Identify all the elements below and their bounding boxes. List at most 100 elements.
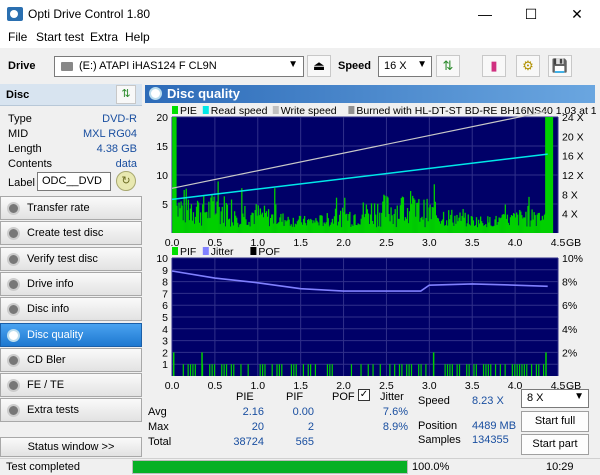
- stats-col-jitter: Jitter: [380, 391, 404, 403]
- stats-value: 2.16: [242, 406, 264, 418]
- drive-select[interactable]: (E:) ATAPI iHAS124 F CL9N ▼: [54, 56, 304, 77]
- nav-cd-bler[interactable]: CD Bler: [0, 347, 142, 372]
- status-bar: Test completed 100.0% 10:29: [0, 458, 600, 475]
- stats-value: 38724: [233, 436, 264, 448]
- nav-drive-info[interactable]: Drive info: [0, 271, 142, 296]
- minimize-button[interactable]: —: [462, 0, 508, 28]
- nav-transfer-rate[interactable]: Transfer rate: [0, 196, 142, 220]
- progress-bar: [132, 460, 408, 474]
- settings-button[interactable]: ⚙: [516, 55, 540, 77]
- menu-start-test[interactable]: Start test: [36, 30, 84, 44]
- speed-select[interactable]: 16 X ▼: [378, 56, 432, 77]
- x-tick-label: 2.5: [379, 380, 394, 389]
- y-right-tick-label: 24 X: [562, 112, 584, 124]
- drive-label: Drive: [8, 60, 36, 72]
- stats-row-max: Max: [148, 421, 169, 433]
- test-speed-select[interactable]: 8 X ▼: [521, 389, 589, 408]
- refresh-speed-button[interactable]: ⇅: [436, 55, 460, 77]
- nav-verify-test-disc[interactable]: Verify test disc: [0, 246, 142, 271]
- disc-icon: [7, 353, 20, 367]
- test-speed-value: 8 X: [527, 392, 544, 404]
- disc-key-contents: Contents: [8, 158, 53, 170]
- title-bar: Opti Drive Control 1.80 — ☐ ✕: [0, 0, 600, 28]
- disc-key-mid: MID: [8, 128, 29, 140]
- legend-swatch: [172, 106, 178, 114]
- label-input-value: ODC__DVD: [42, 175, 102, 187]
- disc-icon: [7, 379, 20, 393]
- erase-button[interactable]: ▮: [482, 55, 506, 77]
- stats-col-pif: PIF: [286, 391, 304, 403]
- apply-label-button[interactable]: ↻: [116, 171, 136, 191]
- stats-col-pof: POF: [332, 391, 355, 403]
- menu-file[interactable]: File: [8, 30, 27, 44]
- menu-extra[interactable]: Extra: [90, 30, 118, 44]
- legend-swatch: [348, 106, 355, 114]
- stats-value: 8.9%: [382, 421, 408, 433]
- nav-disc-info[interactable]: Disc info: [0, 297, 142, 322]
- progress-text: 100.0%: [412, 461, 450, 473]
- nav-fe-te[interactable]: FE / TE: [0, 373, 142, 398]
- nav-disc-quality[interactable]: Disc quality: [0, 322, 142, 347]
- nav-create-test-disc[interactable]: Create test disc: [0, 221, 142, 246]
- y-right-tick-label: 4%: [562, 324, 577, 336]
- x-tick-label: 1.5: [293, 380, 308, 389]
- save-icon: 💾: [551, 58, 569, 73]
- pie-bar: [545, 117, 554, 233]
- refresh-disc-button[interactable]: ⇅: [116, 85, 136, 104]
- menu-help[interactable]: Help: [125, 30, 150, 44]
- stats-value: 7.6%: [382, 406, 408, 418]
- eject-button[interactable]: ⏏: [307, 55, 331, 77]
- nav-label: Drive info: [27, 277, 74, 290]
- save-button[interactable]: 💾: [548, 55, 572, 77]
- legend-label: Read speed: [211, 105, 268, 117]
- y-tick-label: 20: [156, 112, 168, 124]
- stats-value: 0.00: [292, 406, 314, 418]
- legend-label: PIE: [180, 105, 197, 117]
- speed-label: Speed: [338, 60, 372, 72]
- y-right-tick-label: 6%: [562, 300, 577, 312]
- label-input[interactable]: ODC__DVD: [37, 172, 111, 191]
- close-button[interactable]: ✕: [554, 0, 600, 28]
- start-full-button[interactable]: Start full: [521, 411, 589, 432]
- refresh-icon: ↻: [121, 175, 131, 187]
- y-right-tick-label: 10%: [562, 253, 583, 265]
- status-time: 10:29: [546, 461, 574, 473]
- nav-label: Disc info: [27, 303, 70, 316]
- legend-swatch: [202, 247, 209, 255]
- charts-area: PIE Read speed Write speed Burned with HL-D…: [156, 105, 596, 389]
- x-tick-label: 4.0: [508, 380, 523, 389]
- legend-swatch: [250, 247, 257, 255]
- y-right-tick-label: 8%: [562, 277, 577, 289]
- nav-extra-tests[interactable]: Extra tests: [0, 398, 142, 423]
- maximize-button[interactable]: ☐: [508, 0, 554, 28]
- samples-label: Samples: [418, 434, 461, 446]
- stats-value: 20: [251, 421, 264, 433]
- jitter-checkbox[interactable]: ✓: [358, 389, 370, 401]
- start-part-button[interactable]: Start part: [521, 434, 589, 455]
- eject-icon: ⏏: [312, 58, 326, 73]
- status-window-button[interactable]: Status window >>: [0, 437, 142, 457]
- y-right-tick-label: 8 X: [562, 189, 578, 201]
- y-tick-label: 4: [162, 324, 168, 336]
- legend-label: PIF: [180, 246, 196, 258]
- main-title: Disc quality: [167, 86, 240, 101]
- main-header: Disc quality: [145, 85, 595, 103]
- x-tick-label: 3.5: [465, 237, 480, 249]
- x-tick-label: 4.0: [508, 237, 523, 249]
- y-tick-label: 7: [162, 288, 168, 300]
- disc-key-type: Type: [8, 113, 32, 125]
- y-right-tick-label: 4 X: [562, 209, 578, 221]
- legend-label: Jitter: [211, 246, 234, 258]
- x-unit-label: GB: [566, 237, 581, 249]
- y-tick-label: 9: [162, 265, 168, 277]
- x-tick-label: 4.5: [551, 237, 566, 249]
- disc-icon: [7, 277, 20, 291]
- legend-swatch: [272, 106, 279, 114]
- y-right-tick-label: 16 X: [562, 151, 584, 163]
- x-tick-label: 3.0: [422, 380, 437, 389]
- y-tick-label: 2: [162, 347, 168, 359]
- y-tick-label: 10: [156, 170, 168, 182]
- nav-label: Disc quality: [27, 328, 84, 341]
- chevron-down-icon: ▼: [417, 59, 427, 70]
- disc-panel-header: Disc ⇅: [0, 84, 142, 106]
